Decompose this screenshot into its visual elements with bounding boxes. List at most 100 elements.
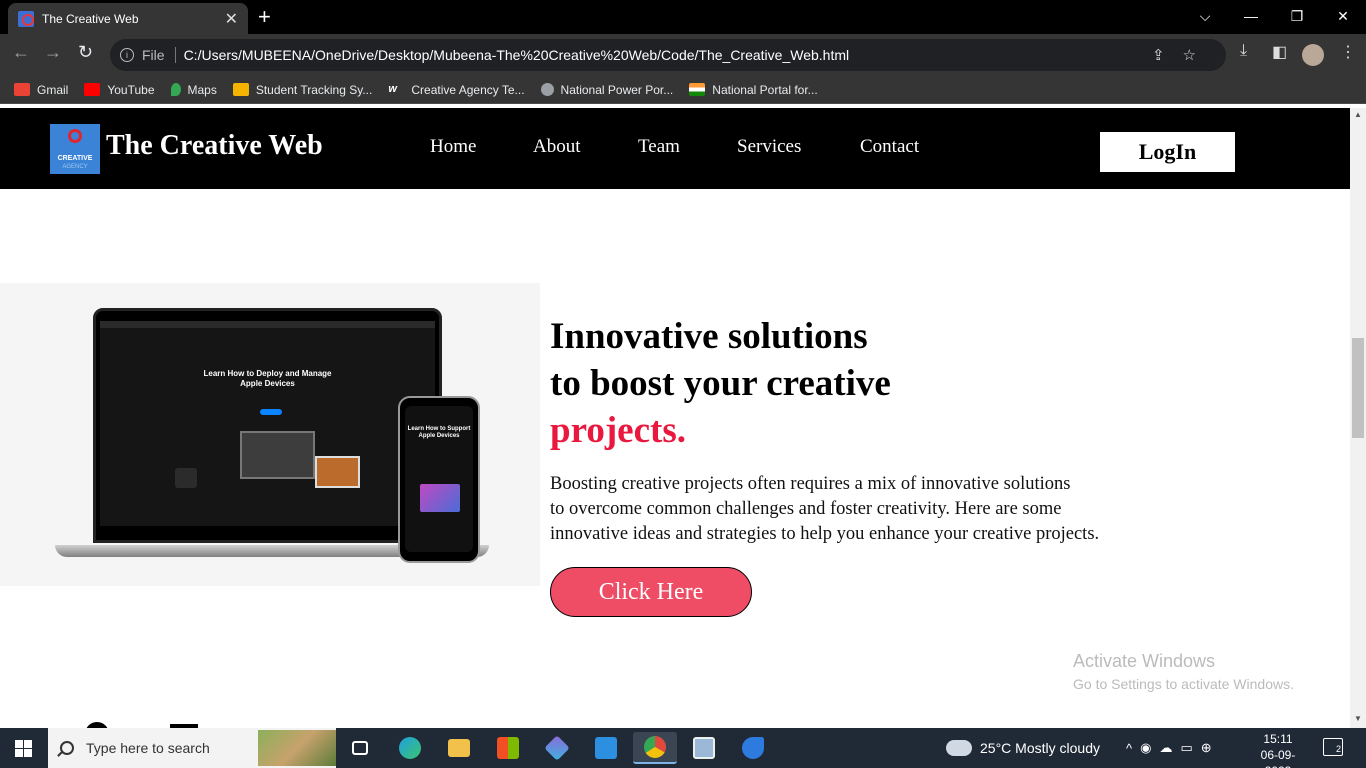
show-hidden-icons-icon[interactable]: ^ xyxy=(1126,741,1140,756)
page-scrollbar[interactable]: ▲ ▼ xyxy=(1350,108,1366,728)
profile-avatar[interactable] xyxy=(1302,44,1324,66)
phone-illustration: Learn How to Support Apple Devices xyxy=(398,396,480,563)
weather-widget[interactable]: 25°C Mostly cloudy xyxy=(946,728,1100,768)
search-placeholder: Type here to search xyxy=(86,740,210,756)
meet-icon[interactable]: ◉ xyxy=(1140,740,1159,756)
laptop-heading: Learn How to Deploy and Manage Apple Dev… xyxy=(203,369,332,388)
nav-about[interactable]: About xyxy=(533,136,581,158)
chrome-icon[interactable] xyxy=(633,732,677,764)
laptop-screen-content: Learn How to Deploy and Manage Apple Dev… xyxy=(100,321,435,526)
system-tray-icons[interactable]: ^ ◉ ☁ ▭ ⊕ xyxy=(1126,728,1220,768)
web-page: CREATIVE AGENCY The Creative Web Home Ab… xyxy=(0,108,1350,728)
battery-icon[interactable]: ▭ xyxy=(1180,740,1200,756)
site-favicon-icon xyxy=(18,10,34,27)
windows-start-icon[interactable] xyxy=(15,740,32,757)
bookmark-national-portal[interactable]: National Portal for... xyxy=(689,83,818,97)
search-icon xyxy=(60,741,74,755)
tab-close-icon[interactable]: ✕ xyxy=(225,9,238,29)
nav-services[interactable]: Services xyxy=(737,136,801,158)
gmail-icon xyxy=(14,83,30,96)
site-logo[interactable]: CREATIVE AGENCY xyxy=(50,124,100,174)
vs-code-icon[interactable] xyxy=(584,732,628,764)
scrollbar-thumb[interactable] xyxy=(1352,338,1364,438)
brand-title[interactable]: The Creative Web xyxy=(106,130,323,162)
taskbar-search[interactable]: Type here to search xyxy=(48,728,336,768)
taskbar: Type here to search 25°C Mostly cloudy ^… xyxy=(0,728,1366,768)
browser-tab-strip: The Creative Web ✕ + ⌵ — ❐ ✕ xyxy=(0,0,1366,34)
onedrive-icon[interactable]: ☁ xyxy=(1159,740,1180,756)
bookmark-student-tracking[interactable]: Student Tracking Sy... xyxy=(232,83,372,97)
info-icon[interactable]: i xyxy=(120,48,134,62)
task-view-icon[interactable] xyxy=(338,732,382,764)
window-close-icon[interactable]: ✕ xyxy=(1320,8,1366,25)
notification-count: 2 xyxy=(1335,744,1341,754)
clock-date: 06-09-2023 xyxy=(1260,748,1296,768)
w-logo-icon: w xyxy=(388,83,397,95)
bookmark-gmail[interactable]: Gmail xyxy=(14,83,68,97)
bookmark-youtube[interactable]: YouTube xyxy=(84,83,155,97)
laptop-button-graphic xyxy=(260,409,282,415)
nav-contact[interactable]: Contact xyxy=(860,136,919,158)
maps-icon xyxy=(170,83,181,96)
click-here-button[interactable]: Click Here xyxy=(550,567,752,617)
clock-time: 15:11 xyxy=(1263,732,1293,746)
bookmark-creative-agency[interactable]: w Creative Agency Te... xyxy=(388,83,524,97)
monitor-device-graphic xyxy=(315,456,360,488)
scroll-up-icon[interactable]: ▲ xyxy=(1354,110,1362,119)
chart-icon xyxy=(232,83,249,96)
url-text[interactable]: C:/Users/MUBEENA/OneDrive/Desktop/Mubeen… xyxy=(184,47,850,63)
phone-graphic xyxy=(420,484,460,512)
forward-icon[interactable]: → xyxy=(44,42,62,63)
address-toolbar: ← → ↻ i File C:/Users/MUBEENA/OneDrive/D… xyxy=(0,34,1366,76)
globe-icon xyxy=(540,83,554,96)
weather-text: 25°C Mostly cloudy xyxy=(980,740,1100,756)
browser-tab[interactable]: The Creative Web ✕ xyxy=(8,3,248,34)
tv-device-graphic xyxy=(175,468,197,488)
login-button[interactable]: LogIn xyxy=(1100,132,1235,172)
notification-icon[interactable]: 2 xyxy=(1323,738,1343,756)
phone-screen: Learn How to Support Apple Devices xyxy=(405,406,473,552)
hero-devices-image: Learn How to Deploy and Manage Apple Dev… xyxy=(0,283,540,586)
bookmarks-bar: Gmail YouTube Maps Student Tracking Sy..… xyxy=(0,76,1366,104)
weather-cloud-icon xyxy=(946,740,972,756)
window-controls: ⌵ — ❐ ✕ xyxy=(1182,0,1366,32)
site-header: CREATIVE AGENCY The Creative Web Home Ab… xyxy=(0,108,1350,189)
edge-icon[interactable] xyxy=(388,732,432,764)
laptop-illustration: Learn How to Deploy and Manage Apple Dev… xyxy=(93,308,442,543)
minimize-icon[interactable]: — xyxy=(1228,8,1274,24)
taskbar-clock[interactable]: 15:11 06-09-2023 xyxy=(1250,731,1306,768)
share-bookmark-icons[interactable]: ⇪☆ xyxy=(1152,46,1214,64)
hero-headline: Innovative solutions to boost your creat… xyxy=(550,313,891,454)
network-globe-icon[interactable]: ⊕ xyxy=(1201,740,1220,756)
logo-text-creative: CREATIVE xyxy=(57,155,93,162)
download-icon[interactable]: ⤓ xyxy=(1240,42,1247,60)
bookmark-maps[interactable]: Maps xyxy=(170,83,217,97)
address-bar[interactable]: i File C:/Users/MUBEENA/OneDrive/Desktop… xyxy=(110,39,1226,71)
scroll-down-icon[interactable]: ▼ xyxy=(1354,714,1362,723)
new-tab-icon[interactable]: + xyxy=(258,4,271,30)
bookmark-national-power[interactable]: National Power Por... xyxy=(540,83,673,97)
laptop-device-graphic xyxy=(240,431,315,479)
logo-text-agency: AGENCY xyxy=(62,164,88,170)
back-icon[interactable]: ← xyxy=(12,42,30,63)
omnibox-divider xyxy=(174,47,176,63)
phone-heading: Learn How to Support Apple Devices xyxy=(407,426,471,439)
url-scheme-label: File xyxy=(142,47,165,63)
side-panel-icon[interactable]: ◧ xyxy=(1272,42,1287,62)
file-explorer-icon[interactable] xyxy=(437,732,481,764)
nav-home[interactable]: Home xyxy=(430,136,476,158)
menu-icon[interactable]: ⋮ xyxy=(1340,42,1356,62)
photos-icon[interactable] xyxy=(682,732,726,764)
restore-icon[interactable]: ❐ xyxy=(1274,8,1320,25)
microsoft-store-icon[interactable] xyxy=(486,732,530,764)
nav-team[interactable]: Team xyxy=(638,136,680,158)
activate-windows-watermark: Activate Windows Go to Settings to activ… xyxy=(1073,651,1294,692)
hero-paragraph: Boosting creative projects often require… xyxy=(550,474,1100,544)
tab-title: The Creative Web xyxy=(42,11,139,26)
dolphin-icon[interactable] xyxy=(731,732,775,764)
copilot-icon[interactable] xyxy=(535,732,579,764)
search-highlight-image xyxy=(258,730,336,766)
tab-search-icon[interactable]: ⌵ xyxy=(1182,8,1228,25)
reload-icon[interactable]: ↻ xyxy=(78,42,93,63)
youtube-icon xyxy=(84,83,101,96)
